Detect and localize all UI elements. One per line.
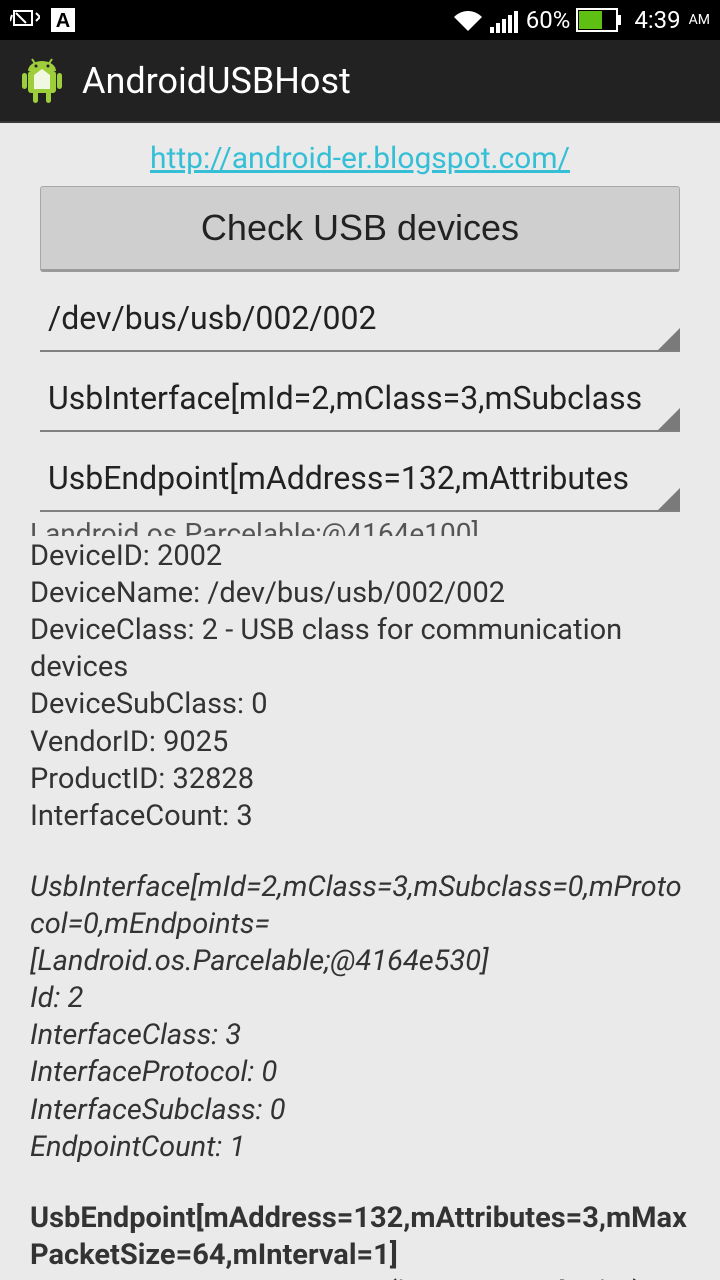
endpoint-count-line: EndpointCount: 1 [30,1129,690,1166]
input-method-icon: A [50,7,76,33]
battery-percent: 60% [526,6,571,34]
endpoint-type-line: USB_ENDPOINT_XFER_INT (interrupt endpoin… [30,1274,690,1280]
link-row: http://android-er.blogspot.com/ [0,123,720,186]
app-icon [14,53,70,109]
notification-icon [10,7,40,33]
endpoint-spinner-text: UsbEndpoint[mAddress=132,mAttributes [40,459,629,497]
check-usb-button[interactable]: Check USB devices [40,186,680,272]
product-id-line: ProductID: 32828 [30,761,690,798]
status-left: A [10,7,76,33]
blank-line [30,1166,690,1200]
vendor-id-line: VendorID: 9025 [30,724,690,761]
device-name-line: DeviceName: /dev/bus/usb/002/002 [30,575,690,612]
app-title: AndroidUSBHost [82,60,351,102]
svg-text:A: A [56,10,70,32]
status-right: 60% 4:39 AM [452,6,710,34]
dropdown-indicator-icon [658,328,680,350]
battery-icon [576,8,622,32]
interface-header-line: UsbInterface[mId=2,mClass=3,mSubclass=0,… [30,869,690,980]
interface-id-line: Id: 2 [30,980,690,1017]
dropdown-indicator-icon [658,408,680,430]
endpoint-header-line: UsbEndpoint[mAddress=132,mAttributes=3,m… [30,1200,690,1274]
interface-protocol-line: InterfaceProtocol: 0 [30,1054,690,1091]
signal-icon [490,7,520,33]
endpoint-spinner[interactable]: UsbEndpoint[mAddress=132,mAttributes [40,446,680,512]
interface-spinner-text: UsbInterface[mId=2,mClass=3,mSubclass [40,379,642,417]
blank-line [30,835,690,869]
device-spinner-text: /dev/bus/usb/002/002 [40,299,376,337]
interface-count-line: InterfaceCount: 3 [30,798,690,835]
device-spinner[interactable]: /dev/bus/usb/002/002 [40,286,680,352]
device-id-line: DeviceID: 2002 [30,538,690,575]
action-bar: AndroidUSBHost [0,40,720,123]
blog-link[interactable]: http://android-er.blogspot.com/ [150,141,570,176]
interface-spinner[interactable]: UsbInterface[mId=2,mClass=3,mSubclass [40,366,680,432]
device-subclass-line: DeviceSubClass: 0 [30,686,690,723]
content-area: http://android-er.blogspot.com/ Check US… [0,123,720,1280]
details-text: Landroid.os.Parcelable;@4164e100] Device… [0,512,720,1280]
dropdown-indicator-icon [658,488,680,510]
status-bar: A 60% 4:39 AM [0,0,720,40]
clipped-line: Landroid.os.Parcelable;@4164e100] [30,516,690,536]
interface-subclass-line: InterfaceSubclass: 0 [30,1092,690,1129]
clock-time: 4:39 [634,6,680,34]
device-class-line: DeviceClass: 2 - USB class for communica… [30,612,690,686]
wifi-icon [452,7,484,33]
interface-class-line: InterfaceClass: 3 [30,1017,690,1054]
clock-ampm: AM [689,12,710,28]
